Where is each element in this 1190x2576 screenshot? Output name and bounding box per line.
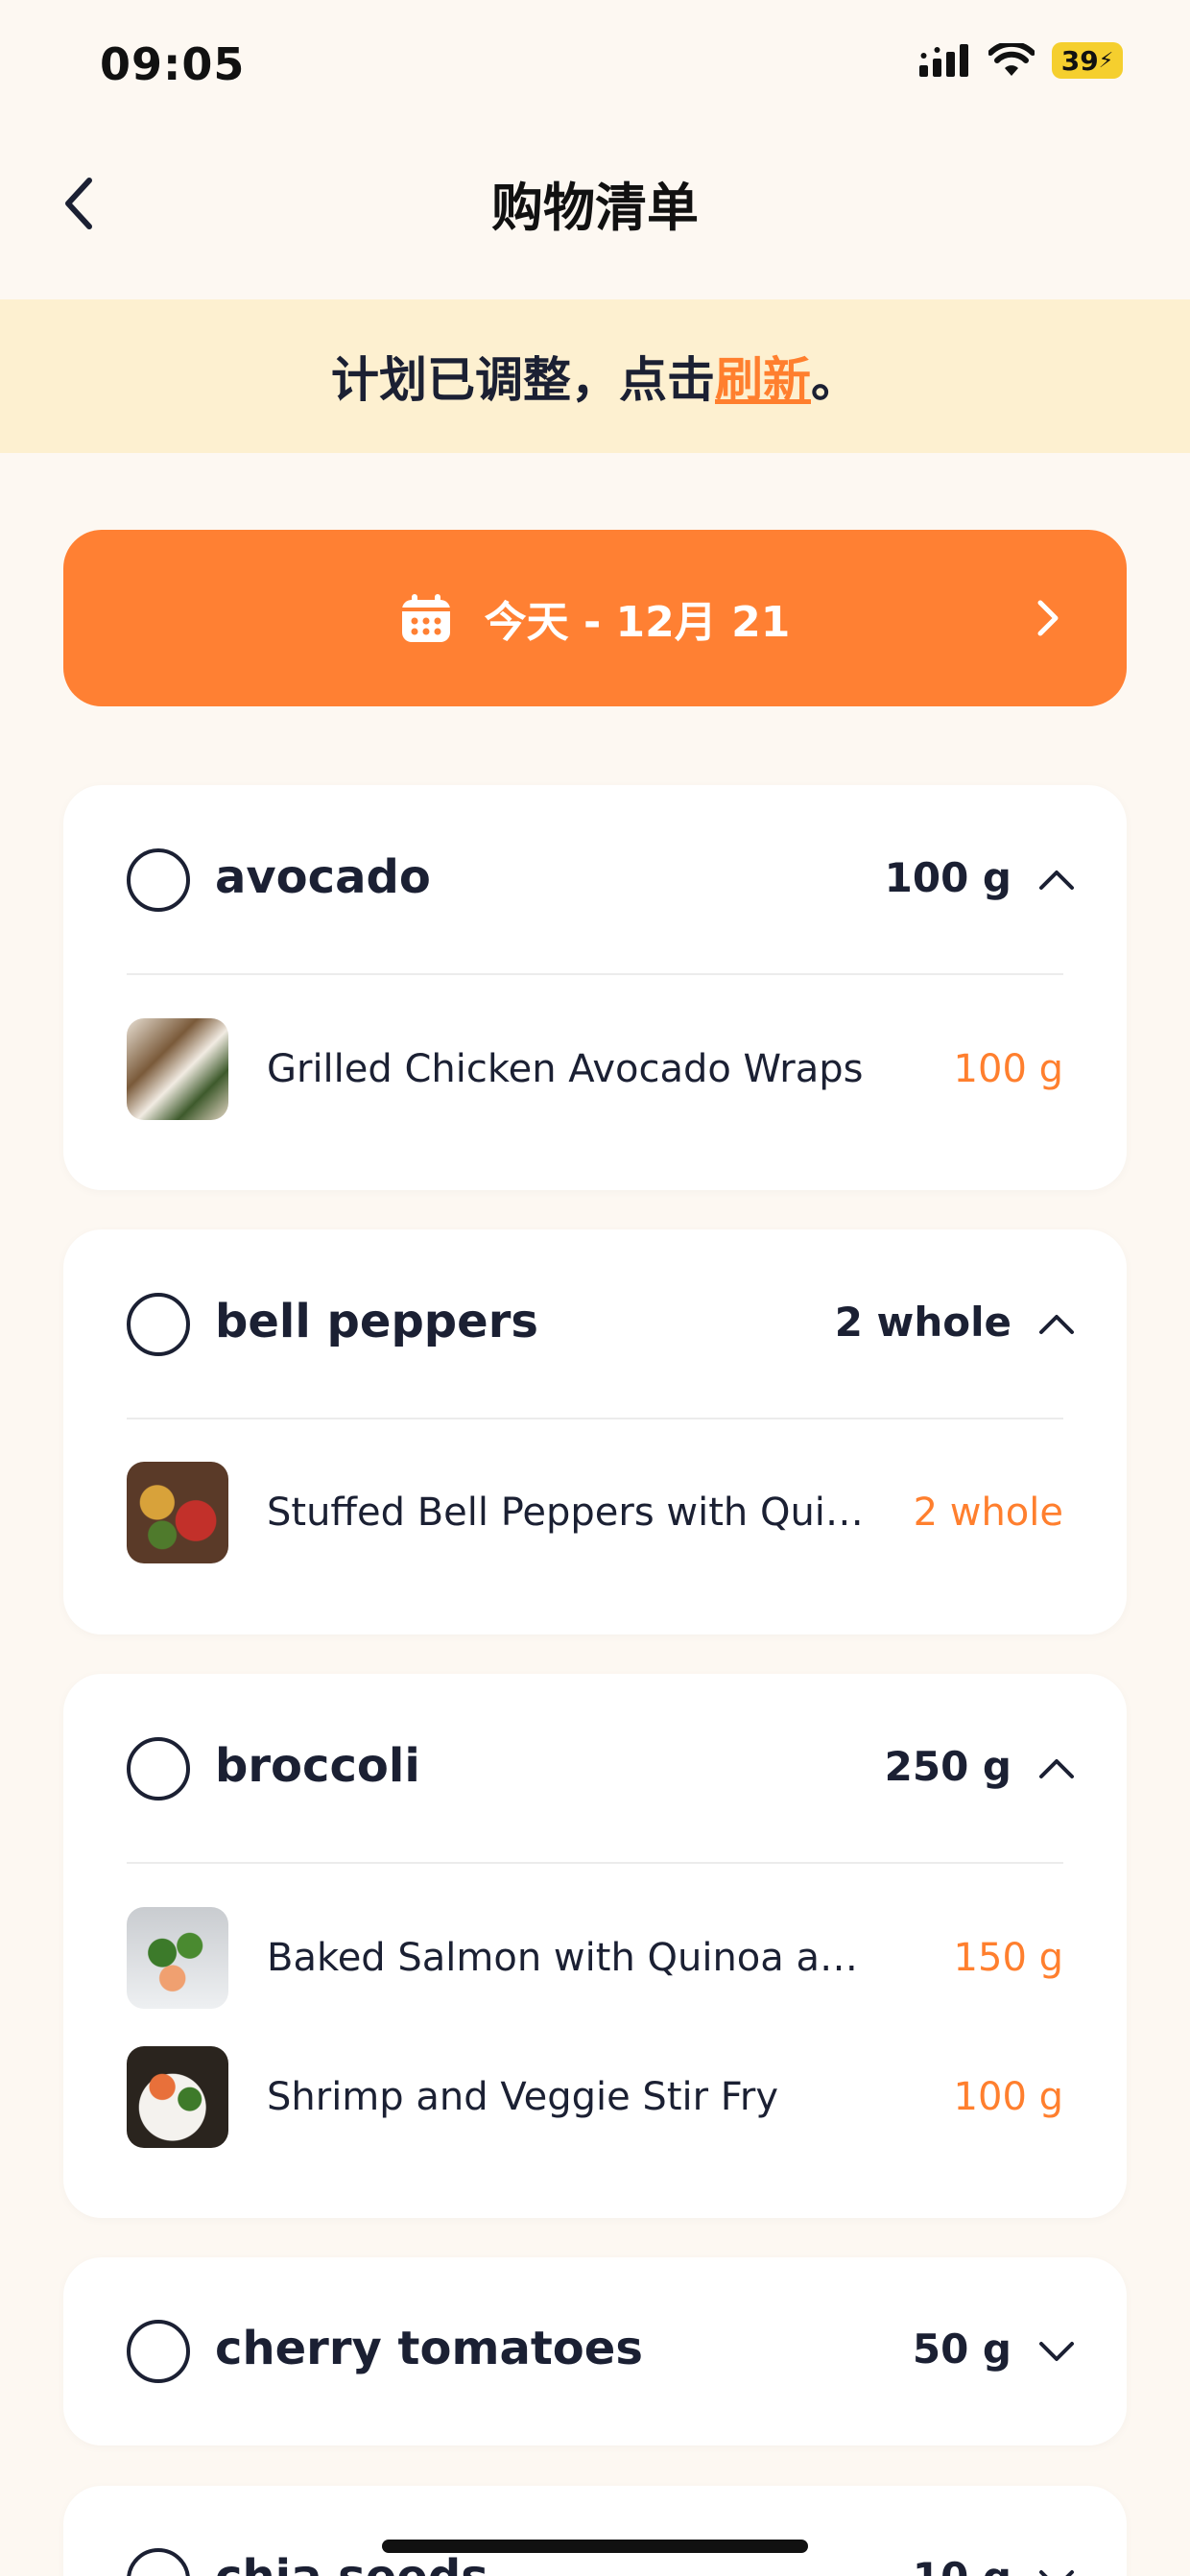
shopping-item-header[interactable]: cherry tomatoes 50 g — [63, 2257, 1127, 2447]
shopping-item-header[interactable]: chia seeds 10 g — [63, 2486, 1127, 2576]
collapse-toggle[interactable] — [1033, 1300, 1081, 1348]
plan-adjusted-banner: 计划已调整，点击刷新。 — [0, 299, 1190, 453]
collapse-toggle[interactable] — [1033, 1745, 1081, 1793]
shopping-item-card: cherry tomatoes 50 g — [63, 2257, 1127, 2445]
item-checkbox[interactable] — [127, 2548, 190, 2576]
item-checkbox[interactable] — [127, 848, 190, 912]
recipe-name: Shrimp and Veggie Stir Fry — [267, 2075, 778, 2119]
expand-toggle[interactable] — [1033, 2556, 1081, 2576]
item-quantity: 100 g — [884, 854, 1012, 901]
shopping-item-header[interactable]: broccoli 250 g — [63, 1674, 1127, 1864]
cellular-signal-icon — [919, 44, 968, 77]
recipe-name: Baked Salmon with Quinoa and B... — [267, 1936, 881, 1980]
recipe-name: Grilled Chicken Avocado Wraps — [267, 1047, 864, 1091]
recipe-name: Stuffed Bell Peppers with Quino... — [267, 1491, 881, 1535]
shopping-item-card: broccoli 250 g Baked Salmon with Quinoa … — [63, 1674, 1127, 2218]
shopping-item-card: bell peppers 2 whole Stuffed Bell Pepper… — [63, 1229, 1127, 1634]
recipe-thumbnail — [127, 1018, 228, 1120]
battery-icon: 39 ⚡ — [1052, 42, 1123, 79]
recipe-row[interactable]: Shrimp and Veggie Stir Fry 100 g — [127, 2044, 1063, 2150]
status-time: 09:05 — [100, 38, 246, 90]
chevron-right-icon — [1037, 600, 1059, 636]
recipe-quantity: 100 g — [953, 2075, 1063, 2119]
collapse-toggle[interactable] — [1033, 856, 1081, 904]
shopping-item-header[interactable]: bell peppers 2 whole — [63, 1229, 1127, 1419]
banner-text: 计划已调整，点击 — [331, 352, 715, 408]
home-indicator — [382, 2540, 808, 2553]
recipe-row[interactable]: Baked Salmon with Quinoa and B... 150 g — [127, 1905, 1063, 2011]
navigation-bar: 购物清单 — [0, 144, 1190, 259]
item-name: broccoli — [215, 1739, 420, 1793]
item-checkbox[interactable] — [127, 2320, 190, 2383]
recipe-quantity: 100 g — [953, 1047, 1063, 1091]
shopping-item-header[interactable]: avocado 100 g — [63, 785, 1127, 975]
divider — [127, 973, 1063, 975]
date-selector-button[interactable]: 今天 - 12月 21 — [63, 530, 1127, 706]
recipe-quantity: 2 whole — [913, 1491, 1063, 1535]
status-bar: 09:05 39 ⚡ — [0, 0, 1190, 125]
item-checkbox[interactable] — [127, 1293, 190, 1356]
item-quantity: 250 g — [884, 1743, 1012, 1790]
item-name: chia seeds — [215, 2550, 488, 2576]
shopping-item-card: chia seeds 10 g — [63, 2486, 1127, 2576]
item-quantity: 2 whole — [834, 1299, 1012, 1346]
recipe-thumbnail — [127, 1462, 228, 1563]
recipe-quantity: 150 g — [953, 1936, 1063, 1980]
chevron-up-icon — [1039, 1315, 1074, 1334]
banner-message: 计划已调整，点击刷新。 — [331, 342, 859, 411]
item-name: cherry tomatoes — [215, 2322, 643, 2375]
battery-level: 39 — [1060, 44, 1099, 77]
chevron-down-icon — [1039, 2342, 1074, 2361]
divider — [127, 1418, 1063, 1419]
calendar-icon — [401, 594, 450, 642]
recipe-row[interactable]: Grilled Chicken Avocado Wraps 100 g — [127, 1016, 1063, 1122]
recipe-row[interactable]: Stuffed Bell Peppers with Quino... 2 who… — [127, 1460, 1063, 1565]
item-quantity: 50 g — [912, 2326, 1012, 2373]
status-icons: 39 ⚡ — [919, 42, 1123, 79]
banner-suffix: 。 — [811, 352, 859, 408]
wifi-icon — [988, 43, 1035, 76]
item-checkbox[interactable] — [127, 1737, 190, 1801]
expand-toggle[interactable] — [1033, 2327, 1081, 2375]
recipe-thumbnail — [127, 1907, 228, 2009]
date-label: 今天 - 12月 21 — [484, 598, 791, 647]
chevron-up-icon — [1039, 1759, 1074, 1778]
chevron-up-icon — [1039, 871, 1074, 890]
shopping-list-screen: 09:05 39 ⚡ 购物清单 计划已调整，点击刷新。 今天 - 12月 21 … — [0, 0, 1190, 2576]
item-name: avocado — [215, 850, 431, 904]
chevron-down-icon — [1039, 2570, 1074, 2576]
shopping-item-card: avocado 100 g Grilled Chicken Avocado Wr… — [63, 785, 1127, 1190]
divider — [127, 1862, 1063, 1864]
page-title: 购物清单 — [491, 178, 699, 238]
item-quantity: 10 g — [913, 2554, 1012, 2576]
item-name: bell peppers — [215, 1295, 538, 1348]
refresh-link[interactable]: 刷新 — [715, 352, 811, 408]
next-date-button[interactable] — [1017, 587, 1079, 649]
recipe-thumbnail — [127, 2046, 228, 2148]
